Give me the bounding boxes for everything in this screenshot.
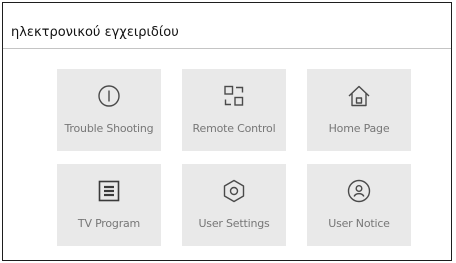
trouble-shooting-label: Trouble Shooting bbox=[64, 122, 154, 135]
user-settings-label: User Settings bbox=[198, 217, 270, 230]
user-notice-icon bbox=[347, 179, 371, 203]
home-page-button[interactable]: Home Page bbox=[307, 69, 411, 151]
user-notice-label: User Notice bbox=[328, 217, 390, 230]
user-notice-button[interactable]: User Notice bbox=[307, 164, 411, 246]
tv-program-icon bbox=[97, 179, 121, 203]
remote-control-label: Remote Control bbox=[192, 122, 276, 135]
settings-hexagon-icon bbox=[222, 179, 246, 203]
header-divider bbox=[3, 48, 451, 49]
tv-program-button[interactable]: TV Program bbox=[57, 164, 161, 246]
manual-window: ηλεκτρονικού εγχειριδίου Trouble Shootin… bbox=[2, 2, 452, 261]
remote-control-icon bbox=[222, 84, 246, 108]
user-settings-button[interactable]: User Settings bbox=[182, 164, 286, 246]
home-icon bbox=[347, 84, 371, 108]
remote-control-button[interactable]: Remote Control bbox=[182, 69, 286, 151]
trouble-shooting-icon bbox=[97, 84, 121, 108]
home-page-label: Home Page bbox=[328, 122, 390, 135]
trouble-shooting-button[interactable]: Trouble Shooting bbox=[57, 69, 161, 151]
page-title: ηλεκτρονικού εγχειριδίου bbox=[11, 25, 179, 40]
tv-program-label: TV Program bbox=[77, 217, 141, 230]
